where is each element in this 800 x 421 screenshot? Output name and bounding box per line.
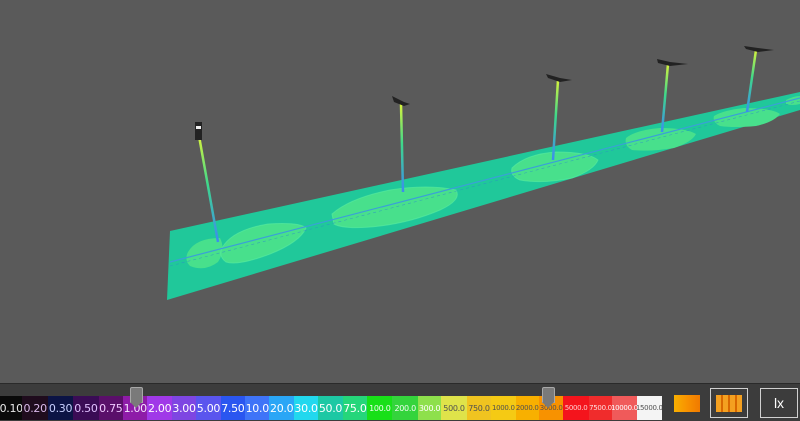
- scale-step: 300.0: [417, 396, 442, 420]
- scale-step: 75.0: [342, 396, 368, 420]
- gradient-swatch-button[interactable]: [668, 388, 706, 418]
- scale-step: 5.00: [196, 396, 221, 420]
- scale-step: 10000.0: [612, 396, 637, 420]
- scale-step: 200.0: [392, 396, 418, 420]
- luminaire: [195, 122, 202, 140]
- scale-step: 500.0: [441, 396, 467, 420]
- lux-unit-button[interactable]: lx: [760, 388, 798, 418]
- scale-step: 30.0: [293, 396, 319, 420]
- scale-step: 10.0: [245, 396, 270, 420]
- scale-step: 7500.0: [588, 396, 613, 420]
- scale-step: 5000.0: [563, 396, 589, 420]
- scale-step: 15000.0: [636, 396, 662, 420]
- road-centerline: [169, 97, 800, 263]
- gradient-swatch-icon: [674, 394, 700, 412]
- scale-step: 50.0: [318, 396, 343, 420]
- luminaire: [744, 46, 774, 52]
- bottom-toolbar: 0.10 0.20 0.30 0.50 0.75 1.00 2.00 3.00 5.00 7.50…: [0, 383, 800, 421]
- luminaire: [392, 96, 410, 106]
- scale-step: 20.0: [269, 396, 294, 420]
- lux-unit-label: lx: [773, 395, 785, 411]
- scale-step: 2000.0: [515, 396, 539, 420]
- scale-step: 3.00: [171, 396, 197, 420]
- scale-step: 1000.0: [491, 396, 516, 420]
- scale-min-handle[interactable]: [130, 387, 143, 408]
- scale-step: 750.0: [466, 396, 492, 420]
- scale-step: 7.50: [220, 396, 246, 420]
- luminaire: [657, 59, 688, 66]
- scale-step: 0.30: [47, 396, 74, 420]
- scale-step: 0.50: [73, 396, 99, 420]
- gradient-bars-icon: [716, 394, 742, 412]
- 3d-viewport[interactable]: [0, 0, 800, 383]
- luminaire: [546, 74, 572, 82]
- light-pole: [392, 96, 410, 193]
- scale-step: 100.0: [367, 396, 393, 420]
- roadway-scene: [167, 46, 800, 300]
- gradient-bars-button[interactable]: [710, 388, 748, 418]
- scale-max-handle[interactable]: [542, 387, 555, 408]
- scale-step: 0.20: [22, 396, 48, 420]
- scale-step: 2.00: [147, 396, 172, 420]
- scale-step: 0.75: [98, 396, 124, 420]
- illuminance-color-scale: 0.10 0.20 0.30 0.50 0.75 1.00 2.00 3.00 5.00 7.50…: [0, 396, 662, 420]
- scale-step: 0.10: [0, 396, 23, 420]
